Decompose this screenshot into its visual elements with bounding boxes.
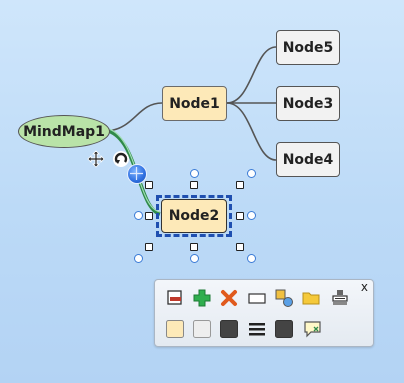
- node-4-label: Node4: [282, 151, 334, 168]
- comment-icon[interactable]: [303, 319, 323, 339]
- resize-handle-e[interactable]: [236, 212, 244, 220]
- add-child-icon[interactable]: [192, 288, 212, 308]
- insert-topic-icon[interactable]: [165, 288, 185, 308]
- resize-handle-se[interactable]: [236, 243, 244, 251]
- outer-handle-ne[interactable]: [247, 169, 256, 178]
- node-5[interactable]: Node5: [276, 30, 340, 65]
- shapes-icon[interactable]: [274, 288, 294, 308]
- node-1-label: Node1: [169, 95, 220, 112]
- rectangle-shape-icon[interactable]: [247, 288, 267, 308]
- move-icon[interactable]: [87, 150, 105, 172]
- resize-handle-ne[interactable]: [236, 181, 244, 189]
- outer-handle-se[interactable]: [247, 254, 256, 263]
- fill-color-swatch[interactable]: [165, 319, 185, 339]
- node-3[interactable]: Node3: [276, 86, 340, 121]
- root-node[interactable]: MindMap1: [18, 115, 110, 148]
- link-node1-node5: [226, 46, 277, 104]
- node-1[interactable]: Node1: [162, 86, 227, 121]
- resize-handle-s[interactable]: [190, 243, 198, 251]
- resize-handle-w[interactable]: [145, 212, 153, 220]
- node-3-label: Node3: [282, 95, 334, 112]
- outer-handle-w[interactable]: [134, 211, 143, 220]
- resize-handle-n[interactable]: [190, 181, 198, 189]
- link-node1-node4: [226, 102, 277, 161]
- node-toolbar: x: [154, 279, 374, 347]
- dark-color-swatch[interactable]: [219, 319, 239, 339]
- resize-handle-sw[interactable]: [145, 243, 153, 251]
- root-node-label: MindMap1: [23, 123, 105, 140]
- folder-icon[interactable]: [301, 288, 321, 308]
- light-color-swatch[interactable]: [192, 319, 212, 339]
- outer-handle-sw[interactable]: [134, 254, 143, 263]
- link-root-node1: [107, 102, 163, 132]
- node-2-label: Node2: [168, 208, 220, 224]
- delete-icon[interactable]: [219, 288, 239, 308]
- toolbar-close-button[interactable]: x: [361, 280, 368, 294]
- outer-handle-n[interactable]: [190, 169, 199, 178]
- resize-handle-nw[interactable]: [145, 181, 153, 189]
- stamp-icon[interactable]: [330, 288, 350, 308]
- node-4[interactable]: Node4: [276, 142, 340, 177]
- border-color-swatch[interactable]: [274, 319, 294, 339]
- node-5-label: Node5: [282, 39, 334, 56]
- line-style-icon[interactable]: [247, 319, 267, 339]
- node-2[interactable]: Node2: [161, 199, 227, 233]
- outer-handle-s[interactable]: [190, 254, 199, 263]
- outer-handle-e[interactable]: [247, 211, 256, 220]
- link-drag-handle[interactable]: [127, 164, 147, 184]
